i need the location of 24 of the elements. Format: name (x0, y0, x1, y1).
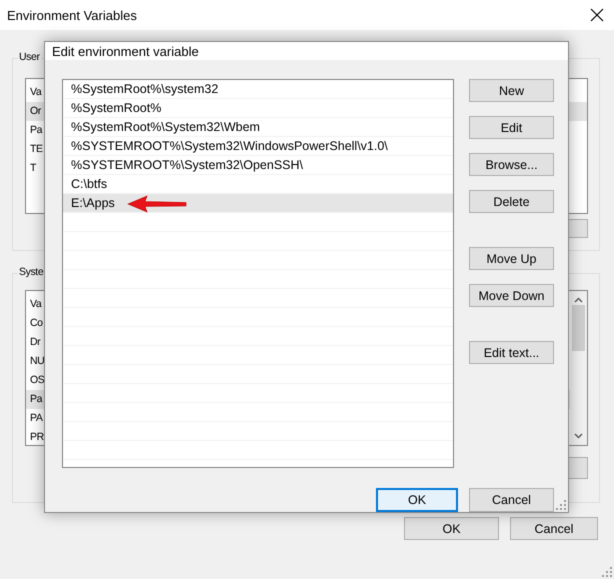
dialog-button[interactable]: OK (404, 517, 499, 540)
resize-grip-icon[interactable] (556, 500, 566, 510)
dialog-button[interactable]: Delete (469, 190, 554, 213)
dialog-button[interactable]: Edit (469, 116, 554, 139)
dialog-button[interactable]: Cancel (469, 488, 554, 512)
dialog-button[interactable]: New (469, 79, 554, 102)
window-title: Environment Variables (7, 8, 137, 22)
dialog-button[interactable]: Browse... (469, 153, 554, 176)
dialog-button[interactable]: OK (376, 488, 458, 512)
group-label: Syste (18, 266, 44, 278)
resize-grip-icon[interactable] (602, 567, 612, 577)
scroll-up-icon[interactable] (574, 297, 583, 303)
dialog-title: Edit environment variable (52, 44, 199, 58)
arrow-icon (127, 195, 187, 213)
group-label: User (18, 51, 41, 63)
dialog-button[interactable]: Edit text... (469, 341, 554, 364)
close-icon[interactable] (590, 8, 604, 22)
path-item[interactable]: E:\Apps (63, 194, 453, 213)
scroll-down-icon[interactable] (574, 433, 583, 439)
dialog-button[interactable]: Move Down (469, 284, 554, 307)
dialog-button[interactable]: Move Up (469, 247, 554, 270)
dialog-button[interactable]: Cancel (510, 517, 598, 540)
scroll-thumb[interactable] (572, 305, 585, 351)
scrollbar[interactable] (570, 291, 587, 445)
